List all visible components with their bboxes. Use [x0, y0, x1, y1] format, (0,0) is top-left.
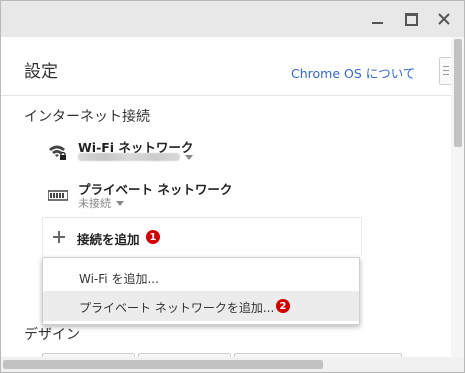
network-status: 未接続: [78, 195, 124, 211]
wifi-lock-icon: [49, 145, 66, 160]
page-title: 設定: [24, 62, 58, 82]
plus-icon: [53, 231, 65, 243]
menu-item-add-vpn[interactable]: プライベート ネットワークを追加... 2: [43, 291, 359, 321]
add-connection-menu: Wi-Fi を追加... プライベート ネットワークを追加... 2: [42, 257, 360, 325]
menu-item-label: Wi-Fi を追加...: [79, 272, 159, 286]
callout-badge: 2: [276, 299, 290, 313]
menu-item-label: プライベート ネットワークを追加...: [79, 301, 275, 315]
add-connection-button[interactable]: 接続を追加 1: [42, 217, 362, 256]
network-status: [78, 153, 193, 161]
settings-content: 設定 Chrome OS について インターネット接続 Wi-Fi ネットワーク: [1, 37, 453, 366]
horizontal-scrollbar[interactable]: [1, 357, 464, 372]
close-icon[interactable]: [434, 9, 454, 29]
minimize-icon[interactable]: [367, 9, 387, 29]
redacted-ssid: [78, 153, 180, 161]
add-connection-label: 接続を追加: [77, 232, 140, 247]
horizontal-scroll-thumb[interactable]: [3, 360, 323, 369]
vertical-scrollbar[interactable]: [451, 37, 464, 357]
vpn-icon: [48, 190, 68, 201]
network-item-vpn[interactable]: プライベート ネットワーク 未接続: [48, 179, 348, 211]
settings-window: 設定 Chrome OS について インターネット接続 Wi-Fi ネットワーク: [0, 0, 465, 373]
vertical-scroll-thumb[interactable]: [454, 39, 462, 147]
header-divider: [1, 95, 451, 96]
design-section-title: デザイン: [24, 327, 80, 343]
chevron-down-icon[interactable]: [116, 200, 124, 206]
menu-item-add-wifi[interactable]: Wi-Fi を追加...: [43, 262, 359, 292]
callout-badge: 1: [146, 230, 160, 244]
internet-section-title: インターネット接続: [24, 109, 150, 125]
maximize-icon[interactable]: [401, 9, 421, 29]
network-status-text: 未接続: [78, 197, 111, 210]
network-item-wifi[interactable]: Wi-Fi ネットワーク: [48, 137, 348, 169]
title-bar[interactable]: [1, 1, 464, 37]
about-chrome-os-link[interactable]: Chrome OS について: [291, 63, 415, 82]
chevron-down-icon[interactable]: [185, 154, 193, 160]
